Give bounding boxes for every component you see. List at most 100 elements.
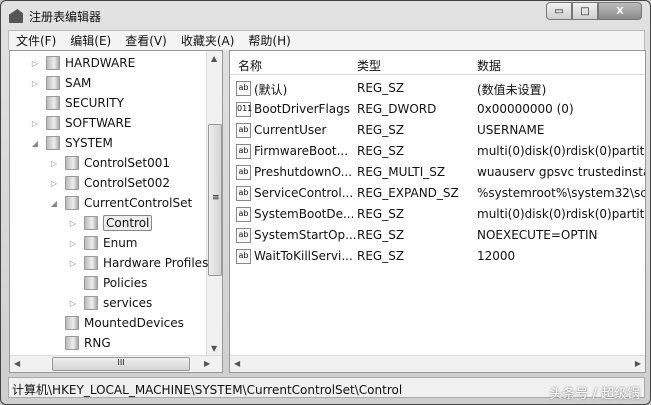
value-name: (默认) [254, 83, 288, 97]
values-list: 名称 类型 数据 ◀ ▶ ab (默认) REG_SZ (数值未设置) 011 BootD… [229, 50, 646, 373]
column-header-name[interactable]: 名称 [238, 57, 262, 74]
expand-toggle-icon[interactable]: ▷ [68, 219, 78, 228]
tree-node[interactable]: SECURITY [30, 94, 124, 112]
value-name: SystemBootDe... [254, 207, 355, 221]
tree-node[interactable]: ▷ services [68, 294, 152, 312]
expand-toggle-icon[interactable]: ▷ [30, 79, 40, 88]
watermark: 头条号 / 超级锅 [549, 387, 640, 402]
value-data: multi(0)disk(0)rdisk(0)partition [477, 144, 646, 158]
title-bar: 注册表编辑器 [9, 7, 101, 25]
tree-node[interactable]: ▷ Control [68, 214, 153, 232]
tree-node[interactable]: MountedDevices [49, 314, 184, 332]
tree-node[interactable]: ◢ SYSTEM [30, 134, 113, 152]
value-name: SystemStartOp... [254, 228, 357, 242]
menu-help[interactable]: 帮助(H) [241, 32, 297, 49]
expand-toggle-icon[interactable]: ▷ [68, 259, 78, 268]
value-row[interactable]: ab SystemStartOp... REG_SZ NOEXECUTE=OPTIN [230, 225, 645, 245]
list-horizontal-scrollbar[interactable]: ◀ ▶ [230, 355, 645, 372]
minimize-button[interactable]: ▭ [546, 2, 572, 20]
value-row[interactable]: ab ServiceControl... REG_EXPAND_SZ %systemr… [230, 183, 645, 203]
folder-icon [84, 216, 98, 230]
value-row[interactable]: ab WaitToKillServi... REG_SZ 12000 [230, 246, 645, 266]
column-header-data[interactable]: 数据 [477, 57, 501, 74]
tree-node[interactable]: ▷ Enum [68, 234, 137, 252]
expand-toggle-icon[interactable]: ▷ [68, 239, 78, 248]
expand-toggle-icon[interactable]: ▷ [49, 159, 59, 168]
folder-icon [84, 296, 98, 310]
tree-node[interactable]: ▷ ControlSet001 [49, 154, 170, 172]
registry-editor-window: 注册表编辑器 ▭ □ X 文件(F) 编辑(E) 查看(V) 收藏夹(A) 帮助… [0, 0, 651, 405]
tree-vertical-scrollbar[interactable]: ▲ ≡ ▼ [206, 51, 222, 356]
scroll-down-icon[interactable]: ▼ [211, 344, 217, 353]
tree-node[interactable]: ▷ HARDWARE [30, 54, 135, 72]
string-value-icon: ab [236, 207, 251, 222]
folder-icon [46, 136, 60, 150]
tree-node[interactable]: RNG [49, 334, 111, 352]
tree-node-label: RNG [84, 336, 111, 350]
string-value-icon: ab [236, 165, 251, 180]
maximize-button[interactable]: □ [572, 2, 598, 20]
value-data: NOEXECUTE=OPTIN [477, 228, 598, 242]
tree-node[interactable]: ◢ CurrentControlSet [49, 194, 192, 212]
scroll-left-icon[interactable]: ◀ [14, 359, 20, 368]
close-button[interactable]: X [598, 2, 642, 20]
value-name: FirmwareBoot... [254, 144, 349, 158]
menu-bar: 文件(F) 编辑(E) 查看(V) 收藏夹(A) 帮助(H) [8, 30, 645, 50]
menu-edit[interactable]: 编辑(E) [63, 32, 118, 49]
string-value-icon: ab [236, 228, 251, 243]
value-data: 12000 [477, 249, 516, 263]
tree-node-label: ControlSet001 [84, 156, 170, 170]
tree-node-label: SECURITY [65, 96, 124, 110]
value-row[interactable]: ab SystemBootDe... REG_SZ multi(0)disk(0)rd… [230, 204, 646, 224]
value-row[interactable]: ab PreshutdownO... REG_MULTI_SZ wuauserv gp… [230, 162, 645, 182]
expand-toggle-icon[interactable]: ▷ [30, 119, 40, 128]
tree-horizontal-scrollbar[interactable]: ◀ III ▶ [10, 355, 222, 372]
tree-node[interactable]: ▷ Hardware Profiles [68, 254, 208, 272]
value-name: PreshutdownO... [254, 165, 353, 179]
tree-node-label: HARDWARE [65, 56, 136, 70]
grip-icon: ≡ [212, 193, 220, 203]
tree-node[interactable]: ▷ SAM [30, 74, 91, 92]
expand-toggle-icon[interactable]: ▷ [49, 179, 59, 188]
value-row[interactable]: ab FirmwareBoot... REG_SZ multi(0)disk(0)rd… [230, 141, 646, 161]
folder-icon [46, 76, 60, 90]
string-value-icon: ab [236, 81, 251, 96]
binary-value-icon: 011 [236, 102, 252, 117]
expand-toggle-icon[interactable]: ▷ [68, 299, 78, 308]
column-header-type[interactable]: 类型 [357, 57, 381, 74]
scroll-left-icon[interactable]: ◀ [234, 359, 240, 368]
value-type: REG_SZ [357, 228, 405, 242]
tree-vscroll-thumb[interactable]: ≡ [208, 124, 222, 276]
scroll-up-icon[interactable]: ▲ [211, 54, 217, 63]
tree-node[interactable]: ▷ SOFTWARE [30, 114, 131, 132]
scroll-right-icon[interactable]: ▶ [635, 359, 641, 368]
value-data: (数值未设置) [477, 83, 547, 97]
tree-node[interactable]: ▷ ControlSet002 [49, 174, 170, 192]
value-type: REG_EXPAND_SZ [357, 186, 459, 200]
value-type: REG_SZ [357, 249, 405, 263]
value-type: REG_SZ [357, 81, 405, 95]
value-data: USERNAME [477, 123, 545, 137]
value-name: BootDriverFlags [254, 102, 351, 116]
tree-hscroll-thumb[interactable]: III [52, 357, 190, 371]
expand-toggle-icon[interactable]: ▷ [30, 59, 40, 68]
value-name: WaitToKillServi... [254, 249, 353, 263]
folder-icon [65, 336, 79, 350]
scroll-right-icon[interactable]: ▶ [204, 359, 210, 368]
value-row[interactable]: ab CurrentUser REG_SZ USERNAME [230, 120, 645, 140]
menu-favorites[interactable]: 收藏夹(A) [174, 32, 242, 49]
value-data: 0x00000000 (0) [477, 102, 574, 116]
value-row[interactable]: 011 BootDriverFlags REG_DWORD 0x00000000 (0… [230, 99, 645, 119]
folder-icon [84, 256, 98, 270]
string-value-icon: ab [236, 123, 251, 138]
value-type: REG_MULTI_SZ [357, 165, 446, 179]
menu-view[interactable]: 查看(V) [118, 32, 174, 49]
tree-node[interactable]: Policies [68, 274, 147, 292]
tree-node-label: CurrentControlSet [84, 196, 193, 210]
expand-toggle-icon[interactable]: ◢ [30, 139, 40, 148]
value-data: multi(0)disk(0)rdisk(0)partition [477, 207, 646, 221]
tree-node-label: SOFTWARE [65, 116, 132, 130]
menu-file[interactable]: 文件(F) [9, 32, 63, 49]
expand-toggle-icon[interactable]: ◢ [49, 199, 59, 208]
value-row[interactable]: ab (默认) REG_SZ (数值未设置) [230, 78, 645, 98]
